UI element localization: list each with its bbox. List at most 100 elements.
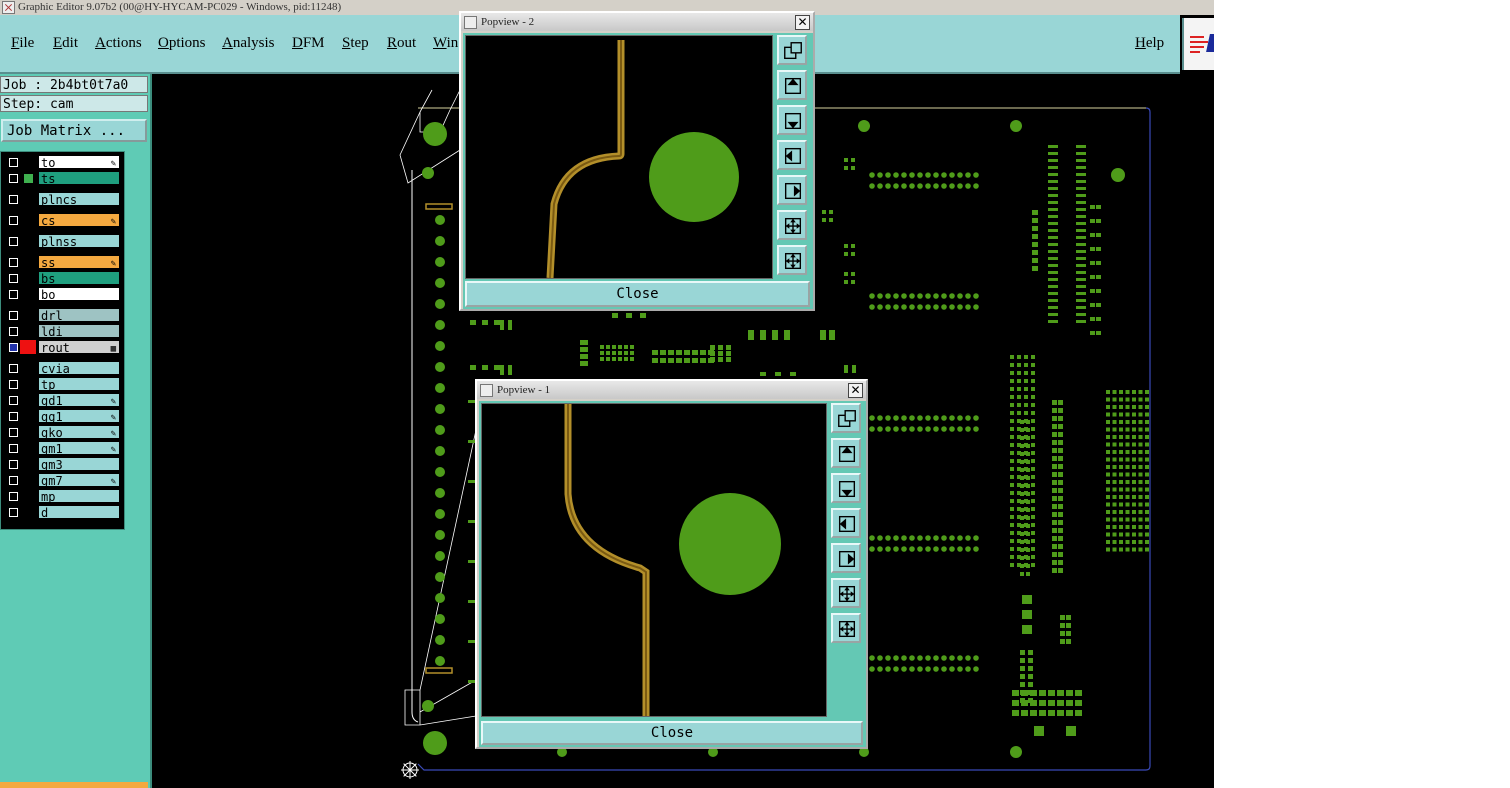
- layer-color-swatch[interactable]: [20, 340, 36, 354]
- layer-color-swatch[interactable]: [20, 425, 36, 439]
- layer-name[interactable]: cs ✎: [38, 213, 120, 228]
- layer-color-swatch[interactable]: [20, 324, 36, 338]
- layer-row-bo[interactable]: bo: [3, 287, 121, 302]
- layer-row-drl[interactable]: drl: [3, 308, 121, 323]
- layer-name[interactable]: ts: [38, 171, 120, 186]
- layer-checkbox[interactable]: [9, 428, 18, 437]
- layer-checkbox[interactable]: [9, 380, 18, 389]
- layer-color-swatch[interactable]: [20, 473, 36, 487]
- layer-color-swatch[interactable]: [20, 441, 36, 455]
- zoom-home-button[interactable]: [831, 403, 861, 433]
- menu-rout[interactable]: Rout: [387, 35, 416, 52]
- pan-down-button[interactable]: [777, 105, 807, 135]
- layer-color-swatch[interactable]: [20, 489, 36, 503]
- layer-row-cs[interactable]: cs ✎: [3, 213, 121, 228]
- layer-checkbox[interactable]: [9, 311, 18, 320]
- layer-checkbox[interactable]: [9, 476, 18, 485]
- layer-name[interactable]: to ✎: [38, 155, 120, 170]
- layer-name[interactable]: d: [38, 505, 120, 520]
- menu-window[interactable]: Win: [433, 35, 458, 52]
- layer-color-swatch[interactable]: [20, 234, 36, 248]
- layer-row-gko[interactable]: gko ✎: [3, 425, 121, 440]
- layer-checkbox[interactable]: [9, 274, 18, 283]
- menu-options[interactable]: Options: [158, 35, 206, 52]
- layer-checkbox[interactable]: [9, 195, 18, 204]
- layer-row-cvia[interactable]: cvia: [3, 361, 121, 376]
- layer-color-swatch[interactable]: [20, 171, 36, 185]
- layer-name[interactable]: ss ✎: [38, 255, 120, 270]
- popview-1-viewport[interactable]: [481, 403, 827, 717]
- layer-checkbox[interactable]: [9, 327, 18, 336]
- layer-color-swatch[interactable]: [20, 377, 36, 391]
- layer-row-bs[interactable]: bs: [3, 271, 121, 286]
- popview-2-close-button[interactable]: Close: [465, 281, 810, 307]
- layer-checkbox[interactable]: [9, 343, 18, 352]
- zoom-home-button[interactable]: [777, 35, 807, 65]
- layer-color-swatch[interactable]: [20, 271, 36, 285]
- layer-color-swatch[interactable]: [20, 155, 36, 169]
- layer-row-gm1[interactable]: gm1 ✎: [3, 441, 121, 456]
- layer-row-gd1[interactable]: gd1 ✎: [3, 393, 121, 408]
- layer-name[interactable]: plnss: [38, 234, 120, 249]
- layer-checkbox[interactable]: [9, 396, 18, 405]
- layer-name[interactable]: tp: [38, 377, 120, 392]
- layer-name[interactable]: ldi: [38, 324, 120, 339]
- layer-row-gm7[interactable]: gm7 ✎: [3, 473, 121, 488]
- layer-checkbox[interactable]: [9, 158, 18, 167]
- layer-checkbox[interactable]: [9, 174, 18, 183]
- layer-checkbox[interactable]: [9, 237, 18, 246]
- layer-checkbox[interactable]: [9, 444, 18, 453]
- layer-name[interactable]: bo: [38, 287, 120, 302]
- zoom-in-button[interactable]: [831, 578, 861, 608]
- layer-name[interactable]: rout ▦: [38, 340, 120, 355]
- layer-name[interactable]: gm7 ✎: [38, 473, 120, 488]
- layer-color-swatch[interactable]: [20, 213, 36, 227]
- zoom-out-button[interactable]: [831, 613, 861, 643]
- layer-row-tp[interactable]: tp: [3, 377, 121, 392]
- zoom-in-button[interactable]: [777, 210, 807, 240]
- layer-color-swatch[interactable]: [20, 192, 36, 206]
- pan-down-button[interactable]: [831, 473, 861, 503]
- pan-up-button[interactable]: [831, 438, 861, 468]
- pan-left-button[interactable]: [777, 140, 807, 170]
- layer-row-d[interactable]: d: [3, 505, 121, 520]
- pan-left-button[interactable]: [831, 508, 861, 538]
- menu-help[interactable]: Help: [1135, 35, 1164, 52]
- layer-color-swatch[interactable]: [20, 308, 36, 322]
- layer-checkbox[interactable]: [9, 508, 18, 517]
- layer-name[interactable]: mp: [38, 489, 120, 504]
- menu-actions[interactable]: Actions: [95, 35, 142, 52]
- layer-name[interactable]: gm3: [38, 457, 120, 472]
- layer-name[interactable]: gd1 ✎: [38, 393, 120, 408]
- layer-checkbox[interactable]: [9, 216, 18, 225]
- layer-row-mp[interactable]: mp: [3, 489, 121, 504]
- layer-color-swatch[interactable]: [20, 457, 36, 471]
- layer-row-plncs[interactable]: plncs: [3, 192, 121, 207]
- layer-name[interactable]: drl: [38, 308, 120, 323]
- popview-2-close-x[interactable]: ✕: [795, 15, 810, 30]
- layer-color-swatch[interactable]: [20, 361, 36, 375]
- layer-name[interactable]: gg1 ✎: [38, 409, 120, 424]
- layer-name[interactable]: cvia: [38, 361, 120, 376]
- layer-row-gm3[interactable]: gm3: [3, 457, 121, 472]
- layer-color-swatch[interactable]: [20, 409, 36, 423]
- menu-edit[interactable]: Edit: [53, 35, 78, 52]
- layer-checkbox[interactable]: [9, 290, 18, 299]
- layer-name[interactable]: gm1 ✎: [38, 441, 120, 456]
- layer-row-gg1[interactable]: gg1 ✎: [3, 409, 121, 424]
- layer-color-swatch[interactable]: [20, 255, 36, 269]
- layer-name[interactable]: bs: [38, 271, 120, 286]
- layer-row-ldi[interactable]: ldi: [3, 324, 121, 339]
- pan-right-button[interactable]: [777, 175, 807, 205]
- pan-right-button[interactable]: [831, 543, 861, 573]
- layer-row-plnss[interactable]: plnss: [3, 234, 121, 249]
- menu-analysis[interactable]: Analysis: [222, 35, 275, 52]
- layer-color-swatch[interactable]: [20, 393, 36, 407]
- layer-name[interactable]: plncs: [38, 192, 120, 207]
- job-matrix-button[interactable]: Job Matrix ...: [1, 119, 147, 142]
- layer-checkbox[interactable]: [9, 492, 18, 501]
- layer-row-ss[interactable]: ss ✎: [3, 255, 121, 270]
- layer-checkbox[interactable]: [9, 364, 18, 373]
- layer-checkbox[interactable]: [9, 460, 18, 469]
- menu-dfm[interactable]: DFM: [292, 35, 325, 52]
